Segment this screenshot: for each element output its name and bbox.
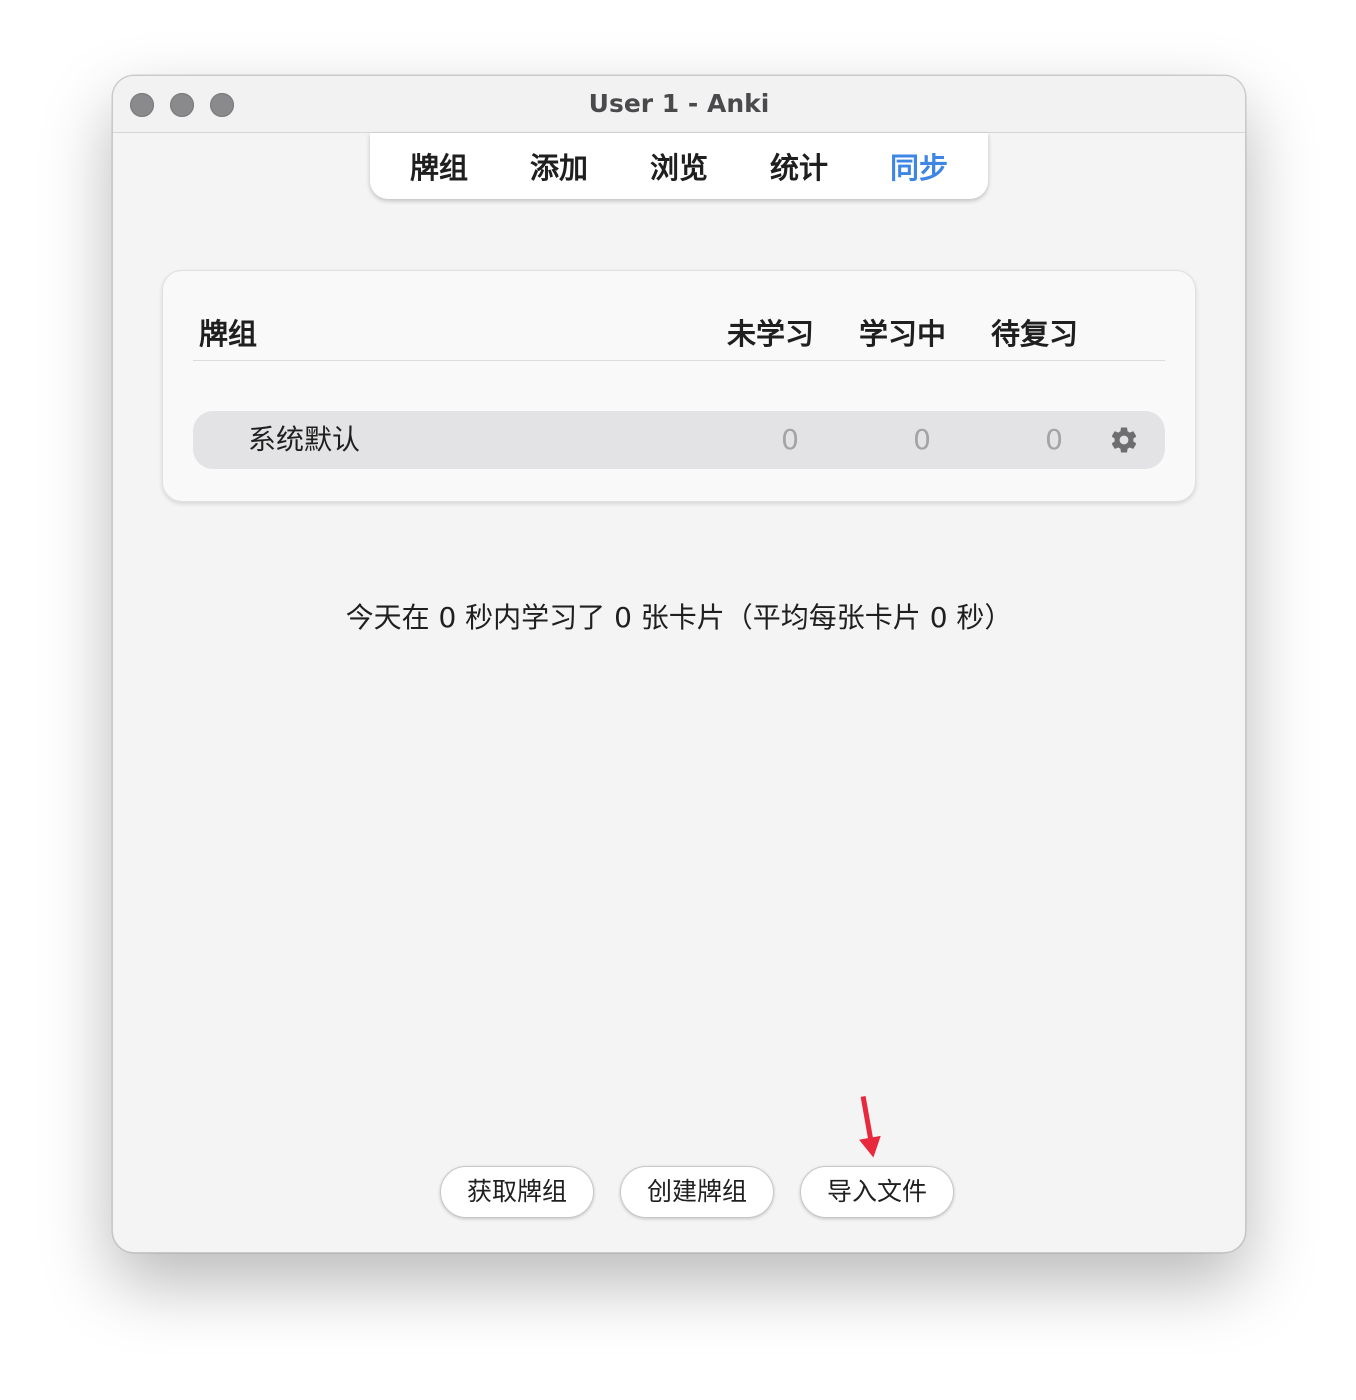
header-due: 待复习	[991, 317, 1079, 351]
tab-sync[interactable]: 同步	[859, 145, 979, 187]
deck-row[interactable]: 系统默认 0 0 0	[193, 411, 1165, 469]
header-learning: 学习中	[859, 317, 947, 351]
today-stats-text: 今天在 0 秒内学习了 0 张卡片（平均每张卡片 0 秒）	[345, 601, 1013, 634]
deck-list-panel: 牌组 未学习 学习中 待复习 系统默认 0 0 0	[162, 270, 1196, 502]
tab-decks[interactable]: 牌组	[379, 145, 499, 187]
create-deck-button[interactable]: 创建牌组	[620, 1166, 774, 1218]
get-shared-decks-button[interactable]: 获取牌组	[440, 1166, 594, 1218]
tab-add[interactable]: 添加	[499, 145, 619, 187]
annotation-arrow-icon	[859, 1095, 881, 1158]
gear-icon[interactable]	[1109, 425, 1139, 455]
import-file-button[interactable]: 导入文件	[800, 1166, 954, 1218]
tab-browse[interactable]: 浏览	[619, 145, 739, 187]
app-window: User 1 - Anki 牌组 添加 浏览 统计 同步 牌组 未学习 学习中 …	[112, 75, 1246, 1253]
tab-stats[interactable]: 统计	[739, 145, 859, 187]
window-title: User 1 - Anki	[588, 89, 770, 118]
deck-due-count: 0	[1045, 423, 1063, 456]
header-divider	[193, 360, 1165, 361]
deck-name-link[interactable]: 系统默认	[248, 411, 360, 469]
deck-new-count: 0	[781, 423, 799, 456]
main-toolbar: 牌组 添加 浏览 统计 同步	[370, 133, 988, 199]
title-bar[interactable]: User 1 - Anki	[113, 76, 1245, 133]
header-new: 未学习	[727, 317, 815, 351]
deck-learning-count: 0	[913, 423, 931, 456]
header-deck: 牌组	[199, 317, 258, 351]
